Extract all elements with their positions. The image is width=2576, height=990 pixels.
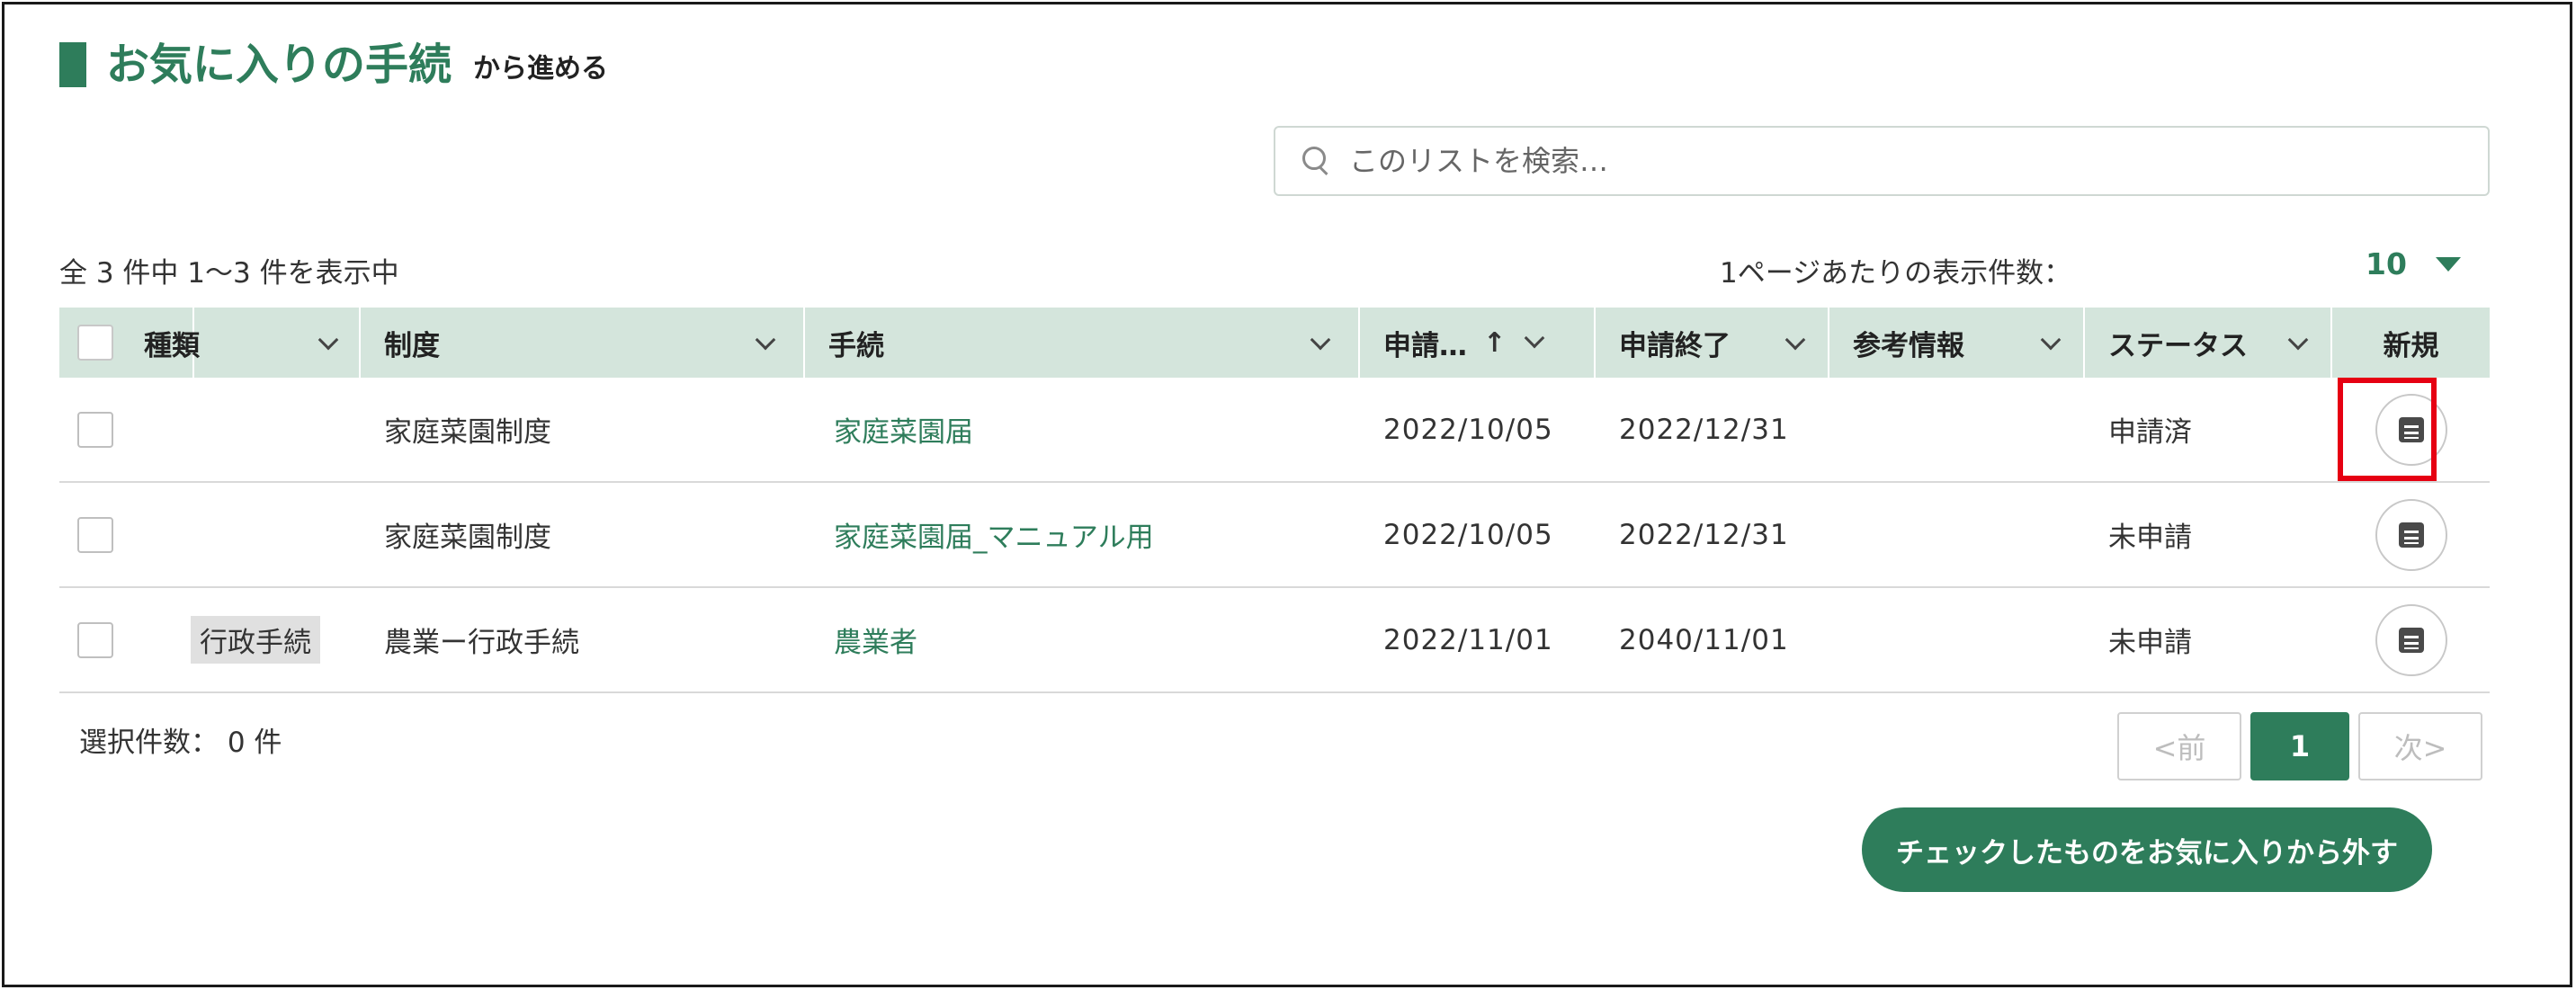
caret-down-icon: [2435, 256, 2461, 272]
document-icon: [2398, 522, 2424, 548]
page-title-row: お気に入りの手続 から進める: [59, 38, 608, 92]
row-procedure-link[interactable]: 農業者: [805, 588, 1360, 691]
header-apply-start-label: 申請…: [1383, 329, 1467, 362]
row-checkbox[interactable]: [77, 516, 113, 553]
per-page-select[interactable]: 10: [2366, 246, 2461, 281]
row-checkbox[interactable]: [77, 411, 113, 448]
selected-count: 選択件数： 0 件: [79, 727, 282, 759]
header-apply-end[interactable]: 申請終了: [1596, 308, 1829, 378]
row-reference: [1829, 378, 2085, 481]
chevron-down-icon: [318, 329, 339, 351]
chevron-down-icon: [2040, 329, 2062, 351]
chevron-down-icon: [1310, 329, 1331, 351]
row-apply-end: 2022/12/31: [1619, 413, 1789, 446]
table-body: 家庭菜園制度 家庭菜園届 2022/10/05 2022/12/31 申請済 家…: [59, 378, 2490, 693]
header-new: 新規: [2332, 308, 2490, 378]
table-row: 家庭菜園制度 家庭菜園届_マニュアル用 2022/10/05 2022/12/3…: [59, 483, 2490, 588]
row-apply-start: 2022/10/05: [1383, 413, 1553, 446]
search-input[interactable]: [1349, 144, 2428, 178]
row-status: 申請済: [2108, 416, 2192, 449]
header-apply-start[interactable]: 申請… ↑: [1360, 308, 1596, 378]
header-system-label: 制度: [384, 329, 440, 362]
row-system: 家庭菜園制度: [384, 522, 551, 554]
header-new-label: 新規: [2383, 329, 2439, 362]
row-type-cell: [59, 483, 361, 586]
chevron-down-icon: [755, 329, 776, 351]
chevron-down-icon: [2287, 329, 2309, 351]
sort-ascending-icon: ↑: [1483, 326, 1507, 359]
row-type-cell: [59, 378, 361, 481]
row-procedure-link[interactable]: 家庭菜園届_マニュアル用: [805, 483, 1360, 586]
row-status: 未申請: [2108, 522, 2192, 554]
row-new-cell: [2332, 483, 2490, 586]
header-apply-end-label: 申請終了: [1619, 329, 1731, 362]
row-reference: [1829, 588, 2085, 691]
header-status[interactable]: ステータス: [2085, 308, 2332, 378]
header-procedure-label: 手続: [828, 329, 884, 362]
table-header: 種類 制度 手続 申請… ↑ 申請終了 参考情報 ステータス 新規: [59, 308, 2490, 378]
row-apply-start: 2022/11/01: [1383, 623, 1553, 656]
row-status: 未申請: [2108, 627, 2192, 659]
header-procedure[interactable]: 手続: [805, 308, 1360, 378]
search-icon: [1301, 145, 1333, 177]
row-checkbox[interactable]: [77, 621, 113, 658]
pagination: <前 1 次>: [2117, 712, 2482, 780]
row-apply-end: 2022/12/31: [1619, 518, 1789, 551]
new-application-button[interactable]: [2375, 603, 2447, 676]
document-icon: [2398, 627, 2424, 653]
row-apply-start: 2022/10/05: [1383, 518, 1553, 551]
next-page-button[interactable]: 次>: [2358, 712, 2482, 780]
row-procedure-link[interactable]: 家庭菜園届: [805, 378, 1360, 481]
page-subtitle: から進める: [473, 53, 609, 85]
header-system[interactable]: 制度: [361, 308, 805, 378]
per-page-value: 10: [2366, 246, 2407, 281]
per-page-label: 1ページあたりの表示件数：: [1720, 257, 2072, 290]
new-application-button[interactable]: [2375, 498, 2447, 571]
header-type[interactable]: 種類: [144, 308, 361, 378]
page-1-button[interactable]: 1: [2250, 712, 2349, 780]
header-reference[interactable]: 参考情報: [1829, 308, 2085, 378]
page-title: お気に入りの手続: [106, 40, 452, 90]
row-system: 農業ー行政手続: [384, 627, 579, 659]
header-reference-label: 参考情報: [1853, 329, 1964, 362]
type-badge: 行政手続: [191, 616, 320, 664]
row-type-cell: 行政手続: [59, 588, 361, 691]
table-row: 家庭菜園制度 家庭菜園届 2022/10/05 2022/12/31 申請済: [59, 378, 2490, 483]
favorites-table: 種類 制度 手続 申請… ↑ 申請終了 参考情報 ステータス 新規 家庭菜園制度…: [59, 308, 2490, 693]
row-new-cell: [2332, 588, 2490, 691]
remove-favorites-button[interactable]: チェックしたものをお気に入りから外す: [1862, 807, 2432, 892]
row-apply-end: 2040/11/01: [1619, 623, 1789, 656]
title-accent-bar: [59, 42, 86, 87]
document-icon: [2398, 416, 2424, 442]
row-system: 家庭菜園制度: [384, 416, 551, 449]
row-new-cell: [2332, 378, 2490, 481]
row-reference: [1829, 483, 2085, 586]
select-all-checkbox[interactable]: [77, 325, 113, 361]
chevron-down-icon: [1784, 329, 1806, 351]
prev-page-button[interactable]: <前: [2117, 712, 2241, 780]
chevron-down-icon: [1524, 327, 1545, 349]
table-row: 行政手続 農業ー行政手続 農業者 2022/11/01 2040/11/01 未…: [59, 588, 2490, 693]
header-type-label: 種類: [144, 329, 200, 362]
search-box[interactable]: [1274, 126, 2490, 196]
header-status-label: ステータス: [2108, 329, 2248, 362]
result-count: 全 3 件中 1〜3 件を表示中: [59, 257, 399, 290]
